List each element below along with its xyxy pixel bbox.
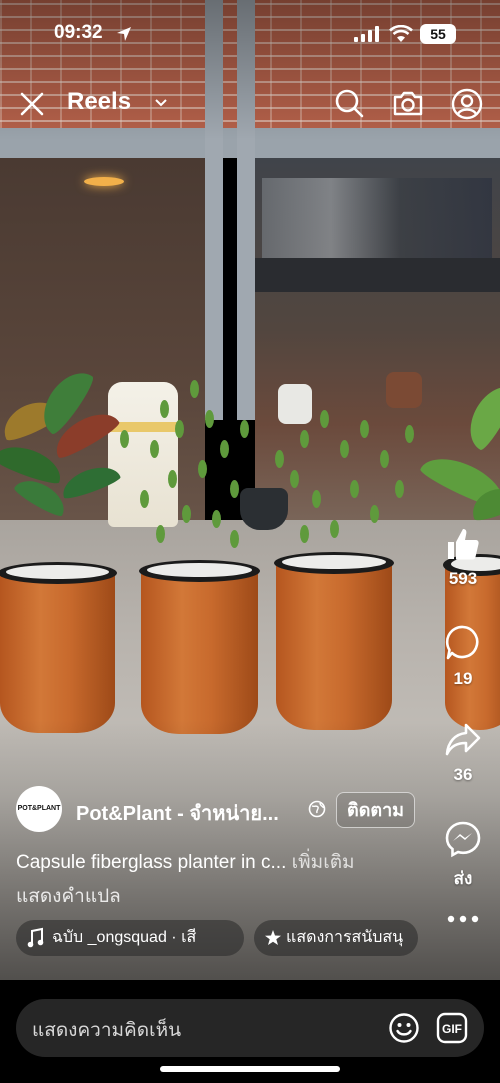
follow-button[interactable]: ติดตาม — [336, 792, 416, 828]
like-button[interactable]: 593 — [436, 526, 490, 589]
globe-icon — [308, 800, 326, 818]
music-title: ฉบับ _ongsquad · เสี — [52, 929, 197, 946]
like-count: 593 — [448, 569, 478, 588]
chevron-down-icon[interactable] — [155, 98, 167, 108]
search-icon[interactable] — [334, 88, 364, 118]
battery-indicator: 55 — [420, 24, 456, 44]
support-pill[interactable]: แสดงการสนับสนุ — [254, 920, 418, 956]
close-icon[interactable] — [18, 90, 46, 118]
music-note-icon — [26, 920, 44, 956]
cellular-signal-icon — [354, 26, 379, 42]
planter-pot — [0, 562, 117, 733]
background-shelf — [262, 178, 492, 258]
messenger-icon — [445, 821, 481, 858]
comment-placeholder: แสดงความคิดเห็น — [32, 1020, 182, 1041]
send-label: ส่ง — [453, 869, 473, 888]
comment-bubble-icon — [445, 625, 479, 660]
page-title[interactable]: Reels — [67, 88, 131, 116]
background-pot — [386, 372, 422, 408]
reels-header: Reels — [0, 86, 500, 122]
share-arrow-icon — [445, 723, 481, 756]
comment-input[interactable]: แสดงความคิดเห็น GIF — [16, 999, 484, 1057]
planter-pot — [139, 560, 260, 734]
thumbs-up-icon — [448, 529, 479, 560]
caption-text: Capsule fiberglass planter in c... — [16, 852, 287, 873]
status-time: 09:32 — [54, 22, 103, 43]
music-pill[interactable]: ฉบับ _ongsquad · เสี — [16, 920, 244, 956]
star-badge-icon — [264, 920, 282, 956]
more-options-button[interactable] — [436, 912, 490, 931]
share-count: 36 — [453, 765, 473, 784]
caption[interactable]: Capsule fiberglass planter in c... เพิ่ม… — [16, 847, 355, 877]
background-pot — [240, 488, 288, 530]
profile-icon[interactable] — [451, 88, 483, 120]
gif-icon[interactable]: GIF — [436, 1012, 468, 1044]
reel-video[interactable] — [0, 0, 500, 980]
author-name[interactable]: Pot&Plant - จำหน่าย... — [76, 797, 279, 829]
ceiling-lamp — [84, 177, 124, 186]
location-arrow-icon — [117, 27, 131, 41]
see-translation-link[interactable]: แสดงคำแปล — [16, 881, 121, 911]
gif-label: GIF — [442, 1022, 462, 1036]
more-dots-icon — [447, 915, 479, 923]
comment-count: 19 — [453, 669, 473, 688]
support-label: แสดงการสนับสนุ — [286, 929, 404, 946]
see-more-link[interactable]: เพิ่มเติม — [292, 852, 355, 873]
planter-pot — [274, 552, 394, 730]
share-button[interactable]: 36 — [436, 722, 490, 785]
home-indicator — [160, 1066, 340, 1072]
background-pot — [278, 384, 312, 424]
comment-bar: แสดงความคิดเห็น GIF — [0, 980, 500, 1083]
emoji-icon[interactable] — [388, 1012, 420, 1044]
wifi-icon — [389, 25, 413, 42]
comment-button[interactable]: 19 — [436, 624, 490, 689]
status-bar: 09:32 55 — [0, 18, 500, 52]
avatar[interactable]: POT&PLANT — [16, 786, 62, 832]
camera-icon[interactable] — [392, 89, 424, 117]
author-row: POT&PLANT Pot&Plant - จำหน่าย... ติดตาม — [16, 786, 436, 832]
mezzanine — [255, 258, 500, 292]
send-button[interactable]: ส่ง — [436, 820, 490, 892]
